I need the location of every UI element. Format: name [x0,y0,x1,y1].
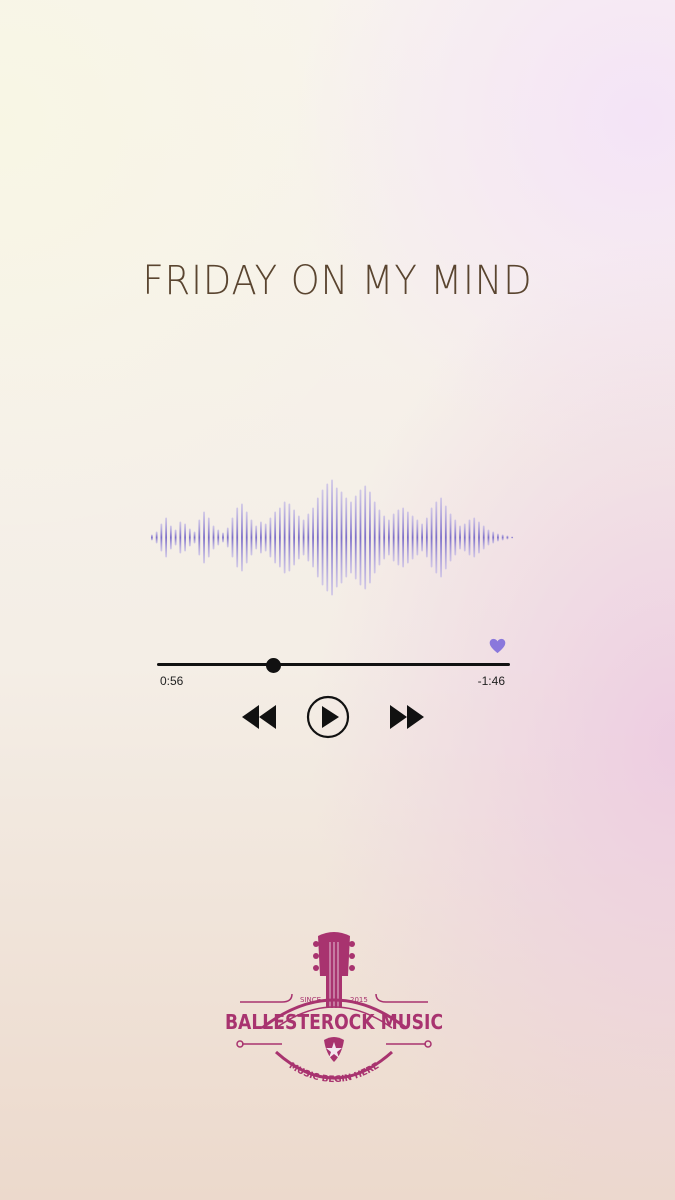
waveform-bar [207,517,210,558]
waveform-bar [236,507,239,568]
waveform-bar [501,534,504,541]
waveform-bar [307,513,310,562]
ballesterock-music-logo: SINCE 2015 BALLESTEROCK MUSIC MUSIC BEGI… [225,932,443,1085]
waveform-bar [406,511,409,564]
waveform-bar [297,515,300,560]
play-icon[interactable] [306,695,350,739]
waveform-bar [463,523,466,552]
progress-scrubber[interactable] [265,658,281,673]
waveform-bar [274,511,277,564]
logo-since-text: SINCE [300,996,321,1004]
waveform-bar [188,528,191,547]
waveform-bar [222,532,224,543]
waveform-bar [283,501,286,574]
waveform-bar [444,505,447,570]
waveform-bar [340,491,343,584]
waveform-bar [473,517,476,558]
waveform-bar [331,479,333,596]
waveform-bar [203,511,205,564]
waveform-bar [468,519,471,556]
waveform-bar [212,525,215,550]
waveform-bar [217,529,220,546]
waveform-bar [359,489,362,586]
favorite-heart-icon[interactable] [489,638,506,654]
elapsed-time: 0:56 [160,674,184,688]
waveform-bar [449,513,452,562]
waveform-bar [226,527,229,548]
waveform-bar [255,525,258,550]
waveform-bar [198,519,201,556]
waveform-bar [293,509,296,566]
waveform-bar [440,497,442,578]
waveform-bar [369,491,371,584]
waveform-bar [506,535,509,540]
fast-forward-icon[interactable] [388,705,424,729]
waveform-bar [345,497,348,578]
waveform-bar [425,517,428,558]
waveform-bar [269,517,272,558]
waveform-bar [497,533,499,542]
waveform-bar [193,531,196,544]
song-title: FRIDAY ON MY MIND [142,258,533,304]
waveform-bar [397,509,400,566]
waveform-bar [160,523,163,552]
waveform-bar [302,519,305,556]
waveform-bar [402,507,405,568]
waveform-bar [316,497,319,578]
waveform-bar [435,501,438,574]
waveform-bar [492,531,495,544]
waveform-bar [250,519,253,556]
waveform-bar [179,521,182,554]
waveform-bar [169,525,172,550]
waveform-bar [312,507,314,568]
waveform-bar [416,519,419,556]
logo-brand-text: BALLESTEROCK MUSIC [225,1012,443,1035]
waveform-bar [184,523,186,552]
waveform-bar [151,534,153,541]
waveform-bar [478,521,480,554]
waveform-bar [411,515,414,560]
waveform-bar [350,501,352,574]
waveform-bar [364,485,367,590]
waveform-bar [383,515,386,560]
waveform-bar [373,501,376,574]
waveform-bar [430,507,433,568]
waveform-bar [388,519,390,556]
audio-waveform [151,479,514,596]
waveform-bar [378,509,381,566]
waveform-bar [264,523,267,552]
progress-track[interactable] [157,663,510,666]
waveform-bar [231,517,234,558]
waveform-bar [354,495,357,580]
logo-year-text: 2015 [350,996,368,1004]
waveform-bar [321,489,324,586]
logo-tagline-text: MUSIC BEGIN HERE [287,1061,381,1085]
waveform-bar [260,521,262,554]
waveform-bar [326,483,329,592]
waveform-bar [288,503,291,572]
rewind-icon[interactable] [242,705,278,729]
waveform-bar [482,525,485,550]
remaining-time: -1:46 [477,674,505,688]
waveform-bar [241,503,243,572]
waveform-bar [335,487,338,588]
waveform-bar [174,529,177,546]
waveform-bar [454,519,457,556]
waveform-bar [487,529,490,546]
waveform-bar [421,523,423,552]
waveform-bar [459,525,461,550]
svg-text:MUSIC BEGIN HERE: MUSIC BEGIN HERE [287,1061,381,1085]
waveform-bar [511,536,514,539]
waveform-bar [165,517,168,558]
waveform-bar [392,513,395,562]
waveform-bar [245,511,248,564]
waveform-bar [155,531,158,544]
waveform-bar [278,507,281,568]
